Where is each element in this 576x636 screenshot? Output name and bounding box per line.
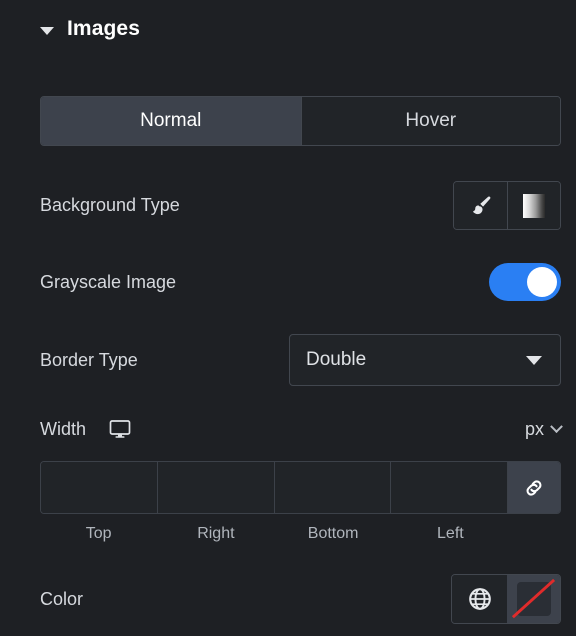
color-swatch-button[interactable] xyxy=(507,575,560,623)
grayscale-image-toggle[interactable] xyxy=(489,263,561,301)
grayscale-image-label: Grayscale Image xyxy=(40,271,177,292)
border-type-label: Border Type xyxy=(40,349,138,370)
background-type-choices xyxy=(453,181,561,230)
desktop-icon[interactable] xyxy=(108,417,132,441)
border-type-value: Double xyxy=(306,349,367,370)
border-type-select[interactable]: Double xyxy=(289,334,561,386)
width-top-label: Top xyxy=(85,525,112,542)
width-row: Width px xyxy=(40,411,563,447)
width-bottom-label: Bottom xyxy=(307,525,359,542)
color-row: Color xyxy=(40,574,561,624)
chevron-down-icon xyxy=(550,419,563,433)
width-dimensions: Top Right Bottom Left xyxy=(40,461,561,543)
color-global-button[interactable] xyxy=(452,575,507,623)
width-link-values-button[interactable] xyxy=(508,462,560,513)
page-title: Images xyxy=(67,17,140,40)
section-header-images[interactable]: Images xyxy=(40,14,140,44)
toggle-knob xyxy=(527,267,557,297)
width-label: Width xyxy=(40,418,87,439)
no-color-icon xyxy=(511,578,556,619)
color-control xyxy=(451,574,561,624)
background-type-row: Background Type xyxy=(40,181,561,230)
labels-spacer xyxy=(509,525,561,543)
state-tabs: Normal Hover xyxy=(40,96,561,146)
tab-hover[interactable]: Hover xyxy=(300,97,560,145)
width-left-input[interactable] xyxy=(391,462,508,513)
paintbrush-icon xyxy=(472,195,490,214)
color-label: Color xyxy=(40,588,84,609)
width-unit-selector[interactable]: px xyxy=(524,418,563,440)
width-input-group xyxy=(40,461,561,514)
width-input-labels: Top Right Bottom Left xyxy=(40,525,561,543)
caret-down-icon xyxy=(40,26,54,35)
globe-icon xyxy=(468,588,491,610)
gradient-icon xyxy=(523,193,545,218)
tab-normal[interactable]: Normal xyxy=(41,97,301,145)
background-type-gradient-button[interactable] xyxy=(507,182,560,229)
caret-down-icon xyxy=(526,356,542,365)
width-bottom-input[interactable] xyxy=(274,462,392,513)
width-right-label: Right xyxy=(197,525,235,542)
border-type-row: Border Type Double xyxy=(40,334,561,386)
width-top-input[interactable] xyxy=(41,462,158,513)
images-settings-panel: Images Normal Hover Background Type Gray… xyxy=(0,0,576,636)
width-right-input[interactable] xyxy=(157,462,275,513)
background-type-classic-button[interactable] xyxy=(454,182,507,229)
background-type-label: Background Type xyxy=(40,195,180,215)
link-icon xyxy=(526,479,542,496)
grayscale-image-row: Grayscale Image xyxy=(40,258,561,306)
width-unit-label: px xyxy=(524,418,544,439)
width-left-label: Left xyxy=(437,525,464,542)
width-label-group: Width xyxy=(40,417,132,441)
